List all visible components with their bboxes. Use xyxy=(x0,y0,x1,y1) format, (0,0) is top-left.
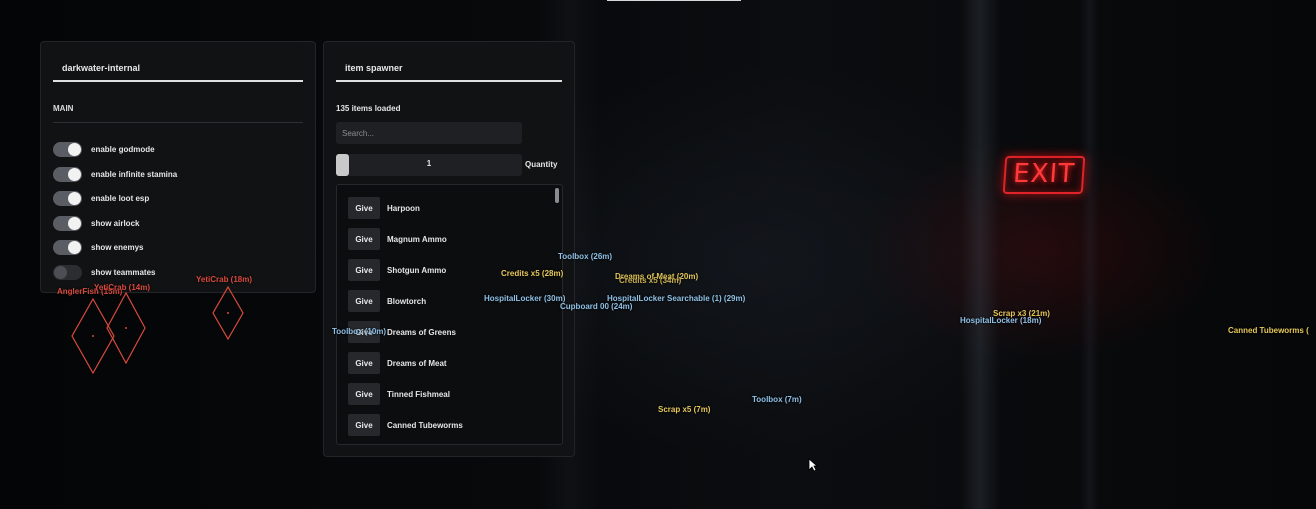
esp-label-toolbox: Toolbox (7m) xyxy=(752,395,802,404)
quantity-label: Quantity xyxy=(525,160,558,169)
section-label-main: MAIN xyxy=(53,104,74,113)
item-spawner-title: item spawner xyxy=(336,62,562,82)
main-panel-title: darkwater-internal xyxy=(53,62,303,82)
list-item: Give Harpoon xyxy=(348,197,420,219)
main-panel: darkwater-internal MAIN enable godmode e… xyxy=(40,41,316,293)
item-name: Canned Tubeworms xyxy=(387,420,463,430)
enemy-diamond-marker xyxy=(106,292,146,364)
list-item: Give Tinned Fishmeal xyxy=(348,383,450,405)
esp-label-cupboard: Cupboard 00 (24m) xyxy=(560,302,633,311)
items-loaded-count: 135 items loaded xyxy=(336,104,401,113)
toggle-knob xyxy=(68,167,81,181)
item-name: Dreams of Meat xyxy=(387,358,447,368)
toggle-label: show teammates xyxy=(91,267,156,277)
list-item: Give Magnum Ammo xyxy=(348,228,447,250)
give-button[interactable]: Give xyxy=(348,259,380,281)
list-item: Give Dreams of Meat xyxy=(348,352,447,374)
quantity-value: 1 xyxy=(426,159,432,168)
give-button[interactable]: Give xyxy=(348,197,380,219)
toggle-label: enable loot esp xyxy=(91,193,150,203)
enemy-diamond-marker xyxy=(212,286,244,340)
toggle-knob xyxy=(68,240,81,254)
give-button[interactable]: Give xyxy=(348,383,380,405)
section-divider xyxy=(53,122,303,123)
list-item: Give Shotgun Ammo xyxy=(348,259,446,281)
item-name: Tinned Fishmeal xyxy=(387,389,450,399)
item-list[interactable]: Give Harpoon Give Magnum Ammo Give Shotg… xyxy=(336,184,563,445)
toggle-row-loot-esp[interactable]: enable loot esp xyxy=(53,189,149,207)
esp-label-credits: Credits x5 (34m) xyxy=(619,276,682,285)
item-name: Dreams of Greens xyxy=(387,327,456,337)
esp-label-credits: Credits x5 (28m) xyxy=(501,269,564,278)
esp-label-canned-tubeworms: Canned Tubeworms ( xyxy=(1228,326,1309,335)
toggle-label: show enemys xyxy=(91,242,144,252)
esp-label-hospital-locker: HospitalLocker (18m) xyxy=(960,316,1042,325)
toggle-row-airlock[interactable]: show airlock xyxy=(53,214,139,232)
toggle-label: enable godmode xyxy=(91,144,155,154)
esp-enemy-yeticrab: YetiCrab (18m) xyxy=(196,275,253,284)
item-search-input[interactable] xyxy=(336,122,522,144)
toggle-row-godmode[interactable]: enable godmode xyxy=(53,140,155,158)
teammates-toggle[interactable] xyxy=(53,264,82,280)
item-name: Shotgun Ammo xyxy=(387,265,447,275)
item-name: Magnum Ammo xyxy=(387,234,447,244)
toggle-row-teammates[interactable]: show teammates xyxy=(53,263,155,281)
give-button[interactable]: Give xyxy=(348,228,380,250)
item-name: Blowtorch xyxy=(387,296,427,306)
toggle-knob xyxy=(68,142,81,156)
give-button[interactable]: Give xyxy=(348,352,380,374)
list-item: Give Blowtorch xyxy=(348,290,426,312)
toggle-label: enable infinite stamina xyxy=(91,169,178,179)
toggle-label: show airlock xyxy=(91,218,140,228)
infinite-stamina-toggle[interactable] xyxy=(53,166,82,182)
quantity-slider[interactable]: 1 xyxy=(336,154,522,176)
give-button[interactable]: Give xyxy=(348,414,380,436)
toggle-knob xyxy=(54,265,67,279)
item-list-scrollbar[interactable] xyxy=(555,188,559,203)
esp-label-scrap: Scrap x5 (7m) xyxy=(658,405,711,414)
background-pipe xyxy=(960,0,1000,509)
loot-esp-toggle[interactable] xyxy=(53,190,82,206)
toggle-row-infinite-stamina[interactable]: enable infinite stamina xyxy=(53,165,177,183)
item-name: Harpoon xyxy=(387,203,420,213)
esp-label-toolbox: Toolbox (26m) xyxy=(558,252,613,261)
top-bar-line xyxy=(607,0,741,1)
esp-enemy-yeticrab: YetiCrab (14m) xyxy=(94,283,151,292)
item-spawner-panel: item spawner 135 items loaded 1 Quantity… xyxy=(323,41,575,457)
enemys-toggle[interactable] xyxy=(53,239,82,255)
toggle-knob xyxy=(68,191,81,205)
airlock-toggle[interactable] xyxy=(53,215,82,231)
mouse-cursor-icon xyxy=(808,458,818,472)
toggle-row-enemys[interactable]: show enemys xyxy=(53,238,143,256)
godmode-toggle[interactable] xyxy=(53,141,82,157)
list-item: Give Canned Tubeworms xyxy=(348,414,463,436)
esp-label-toolbox: Toolbox (10m) xyxy=(332,327,387,336)
give-button[interactable]: Give xyxy=(348,290,380,312)
exit-sign: EXIT xyxy=(1002,156,1086,194)
esp-label-hospital-locker: HospitalLocker (30m) xyxy=(484,294,566,303)
background-pipe xyxy=(1080,0,1100,509)
toggle-knob xyxy=(68,216,81,230)
